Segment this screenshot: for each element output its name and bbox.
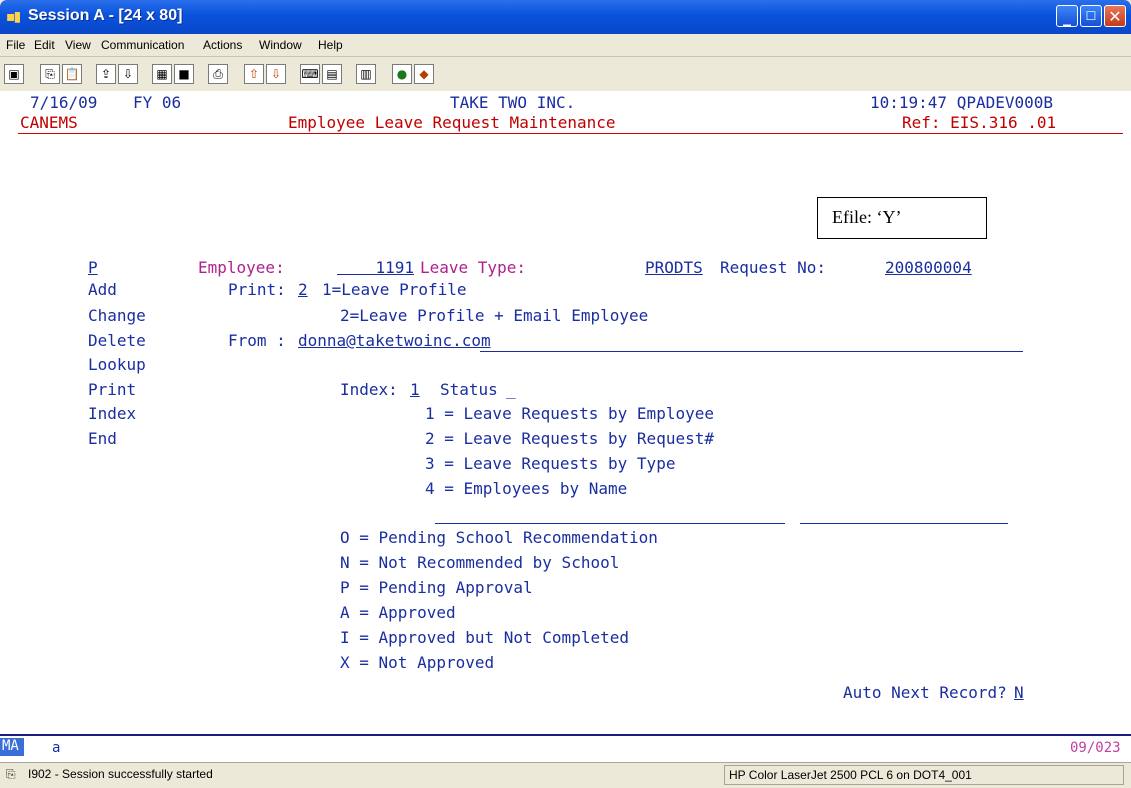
- action-print[interactable]: Print: [88, 380, 136, 400]
- from-field-underline: [480, 351, 1023, 352]
- session-status-icon: ⎘: [6, 767, 16, 781]
- menu-window[interactable]: Window: [259, 38, 302, 52]
- status-option-n: N = Not Recommended by School: [340, 553, 620, 572]
- close-icon: ✕: [1108, 6, 1122, 26]
- transfer-up-icon[interactable]: ⇧: [244, 64, 264, 84]
- print-option-1: 1=Leave Profile: [322, 280, 467, 299]
- printer-status: HP Color LaserJet 2500 PCL 6 on DOT4_001: [724, 765, 1124, 785]
- maximize-icon: ☐: [1085, 9, 1097, 23]
- minimize-button[interactable]: _: [1056, 5, 1078, 27]
- request-no-label: Request No:: [720, 258, 826, 277]
- menu-bar: File Edit View Communication Actions Win…: [0, 34, 1131, 57]
- screen-ref: Ref: EIS.316 .01: [902, 113, 1057, 132]
- print-input[interactable]: 2: [298, 280, 308, 300]
- efile-callout: Efile: ‘Y’: [817, 197, 987, 239]
- action-lookup[interactable]: Lookup: [88, 355, 146, 375]
- leave-type-input[interactable]: PRODTS: [645, 258, 703, 278]
- keyboard-icon[interactable]: ⌨: [300, 64, 320, 84]
- action-end[interactable]: End: [88, 429, 117, 449]
- paste-icon[interactable]: 📋: [62, 64, 82, 84]
- from-label: From :: [228, 331, 286, 350]
- terminal-screen[interactable]: 7/16/09 FY 06 TAKE TWO INC. 10:19:47 QPA…: [0, 91, 1131, 734]
- receive-icon[interactable]: ⇩: [118, 64, 138, 84]
- employee-input[interactable]: 1191: [337, 258, 415, 278]
- menu-help[interactable]: Help: [318, 38, 343, 52]
- copy-icon[interactable]: ⎘: [40, 64, 60, 84]
- status-option-x: X = Not Approved: [340, 653, 495, 672]
- status-option-o: O = Pending School Recommendation: [340, 528, 658, 547]
- macro-icon[interactable]: ▦: [152, 64, 172, 84]
- action-add[interactable]: Add: [88, 280, 117, 300]
- header-fiscal-year: FY 06: [133, 93, 182, 112]
- action-delete[interactable]: Delete: [88, 331, 146, 351]
- maximize-button[interactable]: ☐: [1080, 5, 1102, 27]
- header-date: 7/16/09: [30, 93, 98, 112]
- status-option-p: P = Pending Approval: [340, 578, 533, 597]
- oia-cursor-position: 09/023: [1070, 740, 1121, 756]
- help-icon[interactable]: ◆: [414, 64, 434, 84]
- status-label: Status: [440, 380, 498, 399]
- command-input[interactable]: P: [88, 258, 98, 278]
- auto-next-input[interactable]: N: [1014, 683, 1024, 703]
- employee-label: Employee:: [198, 258, 285, 277]
- globe-icon[interactable]: ●: [392, 64, 412, 84]
- menu-communication[interactable]: Communication: [101, 38, 184, 52]
- toolbar: ▣ ⎘ 📋 ⇪ ⇩ ▦ ■ ⎙ ⇧ ⇩ ⌨ ▤ ▥ ● ◆: [0, 57, 1131, 91]
- program-name: CANEMS: [20, 113, 78, 132]
- display-icon[interactable]: ▣: [4, 64, 24, 84]
- status-option-a: A = Approved: [340, 603, 456, 622]
- request-no-input[interactable]: 200800004: [885, 258, 972, 278]
- header-company: TAKE TWO INC.: [450, 93, 576, 112]
- menu-edit[interactable]: Edit: [34, 38, 55, 52]
- status-option-i: I = Approved but Not Completed: [340, 628, 629, 647]
- index-option-1: 1 = Leave Requests by Employee: [425, 404, 714, 423]
- oia-indicator: a: [52, 740, 61, 756]
- index-option-4: 4 = Employees by Name: [425, 479, 628, 498]
- menu-file[interactable]: File: [6, 38, 25, 52]
- menu-view[interactable]: View: [65, 38, 91, 52]
- close-button[interactable]: ✕: [1104, 5, 1126, 27]
- status-message: I902 - Session successfully started: [28, 767, 213, 781]
- send-icon[interactable]: ⇪: [96, 64, 116, 84]
- status-bar: ⎘ I902 - Session successfully started HP…: [0, 762, 1131, 788]
- separator-line-left: [435, 523, 785, 524]
- app-icon: ▪▮: [6, 9, 21, 25]
- auto-next-label: Auto Next Record?: [843, 683, 1007, 702]
- window-title: Session A - [24 x 80]: [28, 7, 183, 24]
- oia-mode: MA: [0, 738, 24, 756]
- print-option-2: 2=Leave Profile + Email Employee: [340, 306, 649, 325]
- operator-info-area: MA a 09/023: [0, 734, 1131, 764]
- transfer-down-icon[interactable]: ⇩: [266, 64, 286, 84]
- keypad-icon[interactable]: ▤: [322, 64, 342, 84]
- index-option-3: 3 = Leave Requests by Type: [425, 454, 676, 473]
- print-icon[interactable]: ⎙: [208, 64, 228, 84]
- header-underline: [18, 133, 1123, 134]
- index-label: Index:: [340, 380, 398, 399]
- clipboard-icon[interactable]: ▥: [356, 64, 376, 84]
- status-input[interactable]: _: [506, 380, 516, 400]
- header-time-session: 10:19:47 QPADEV000B: [870, 93, 1054, 112]
- record-icon[interactable]: ■: [174, 64, 194, 84]
- separator-line-right: [800, 523, 1008, 524]
- from-email-input[interactable]: donna@taketwoinc.com: [298, 331, 491, 351]
- action-index[interactable]: Index: [88, 404, 136, 424]
- print-label: Print:: [228, 280, 286, 299]
- menu-actions[interactable]: Actions: [203, 38, 242, 52]
- screen-title: Employee Leave Request Maintenance: [288, 113, 616, 132]
- title-bar[interactable]: ▪▮ Session A - [24 x 80] _ ☐ ✕: [0, 0, 1131, 34]
- action-change[interactable]: Change: [88, 306, 146, 326]
- leave-type-label: Leave Type:: [420, 258, 526, 277]
- index-input[interactable]: 1: [410, 380, 420, 400]
- minimize-icon: _: [1063, 6, 1071, 26]
- index-option-2: 2 = Leave Requests by Request#: [425, 429, 714, 448]
